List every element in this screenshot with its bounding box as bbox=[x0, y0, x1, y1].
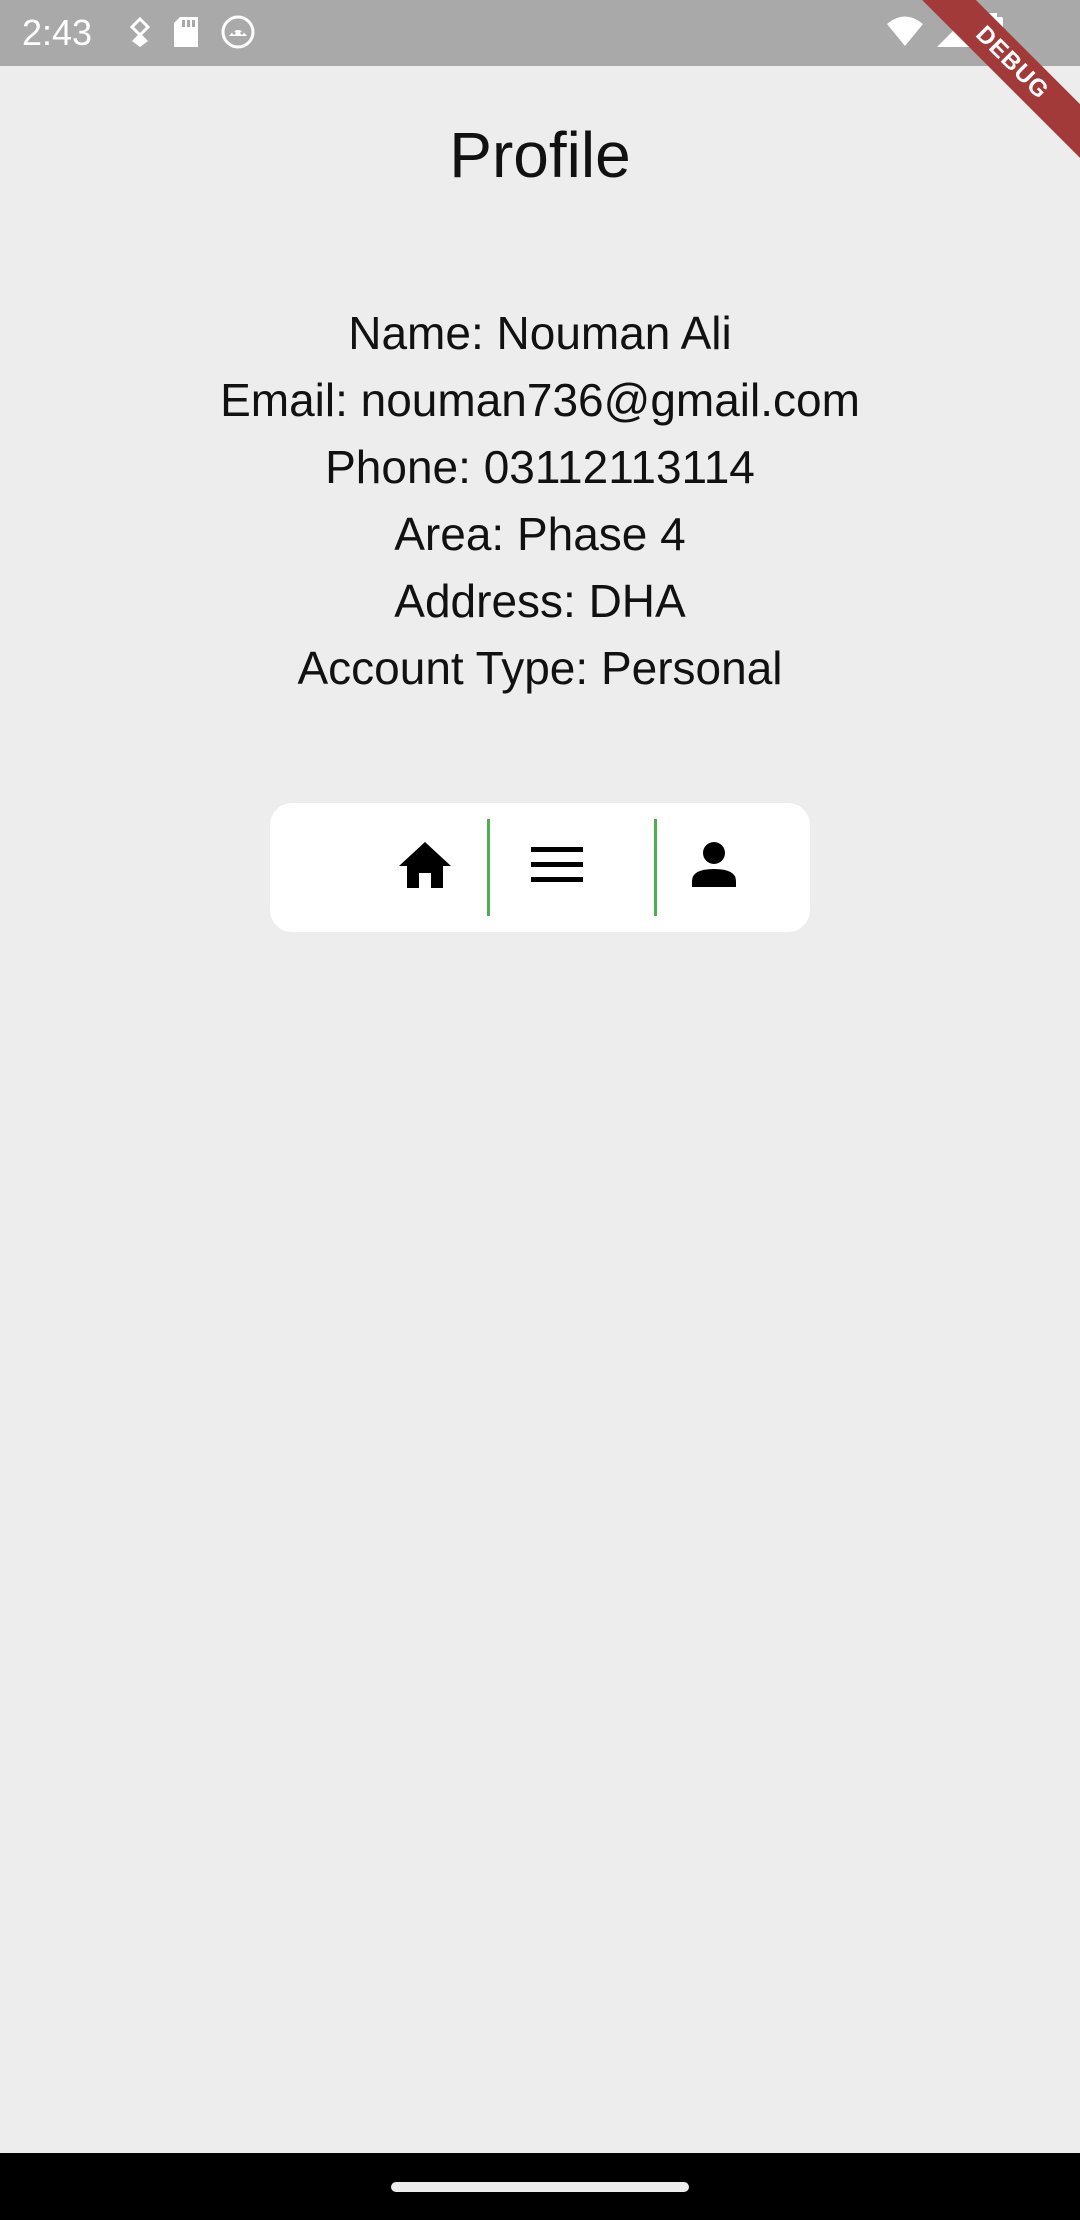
bottom-nav-card bbox=[270, 803, 810, 932]
signal-icon bbox=[936, 14, 970, 53]
profile-account-type: Account Type: Personal bbox=[297, 642, 783, 694]
page-title: Profile bbox=[449, 119, 631, 191]
home-icon bbox=[397, 840, 453, 895]
profile-info: Name: Nouman Ali Email: nouman736@gmail.… bbox=[0, 300, 1080, 702]
wifi-icon bbox=[886, 15, 924, 52]
profile-address: Address: DHA bbox=[394, 575, 686, 627]
nav-profile-button[interactable] bbox=[659, 803, 769, 932]
battery-icon bbox=[982, 13, 1004, 54]
notification-app-icon bbox=[128, 15, 152, 54]
profile-area: Area: Phase 4 bbox=[394, 508, 686, 560]
profile-email: Email: nouman736@gmail.com bbox=[220, 374, 860, 426]
nav-home-button[interactable] bbox=[360, 803, 490, 932]
android-debug-icon bbox=[220, 14, 256, 55]
nav-divider-2 bbox=[654, 819, 657, 916]
sd-card-icon bbox=[172, 15, 200, 54]
profile-name: Name: Nouman Ali bbox=[348, 307, 732, 359]
status-time: 2:43 bbox=[22, 12, 93, 53]
nav-divider-1 bbox=[487, 819, 490, 916]
status-icons-left bbox=[128, 14, 256, 55]
menu-icon bbox=[531, 847, 583, 888]
person-icon bbox=[690, 841, 738, 894]
status-bar: 2:43 bbox=[0, 0, 1080, 66]
status-icons-right bbox=[886, 13, 1004, 54]
home-gesture-handle[interactable] bbox=[391, 2182, 689, 2192]
nav-menu-button[interactable] bbox=[492, 803, 622, 932]
profile-phone: Phone: 03112113114 bbox=[325, 441, 755, 493]
